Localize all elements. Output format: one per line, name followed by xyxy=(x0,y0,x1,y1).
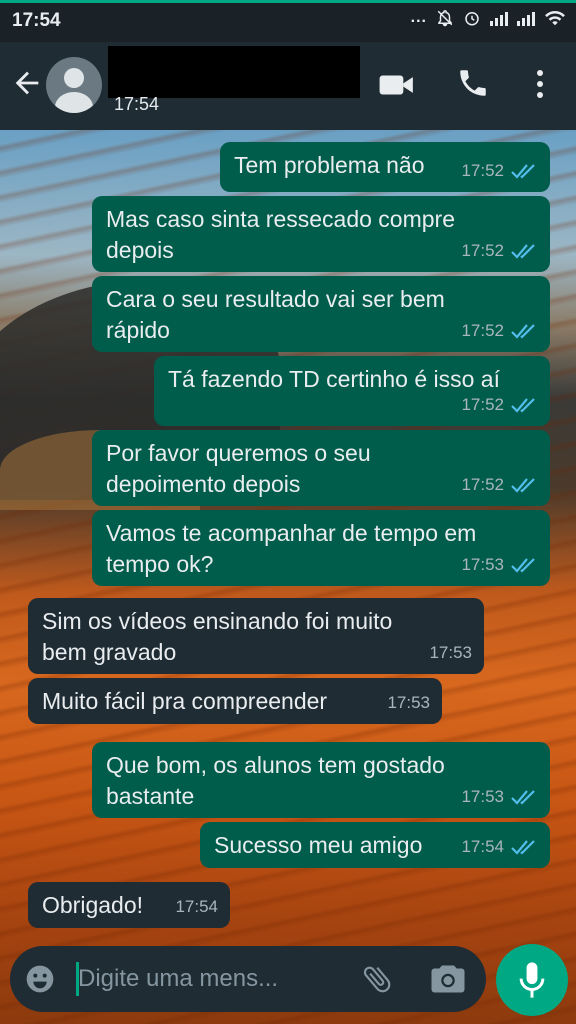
message-text: Cara o seu resultado vai ser bem rápido xyxy=(106,286,445,343)
message-text: Que bom, os alunos tem gostado bastante xyxy=(106,752,445,809)
message-bubble-out[interactable]: Por favor queremos o seu depoimento depo… xyxy=(92,430,550,506)
message-time: 17:52 xyxy=(461,321,504,340)
message-time: 17:54 xyxy=(175,897,218,916)
message-bubble-in[interactable]: Muito fácil pra compreender 17:53 xyxy=(28,678,442,724)
avatar-body xyxy=(55,92,93,113)
double-check-icon xyxy=(511,557,535,573)
message-text: Muito fácil pra compreender xyxy=(42,688,328,714)
message-meta: 17:52 xyxy=(461,389,538,420)
alarm-icon xyxy=(465,12,479,26)
last-seen-time: 17:54 xyxy=(114,94,160,114)
message-time: 17:53 xyxy=(387,693,430,712)
video-call-icon[interactable] xyxy=(378,70,416,100)
status-bar: 17:54 ... xyxy=(0,0,576,42)
double-check-icon xyxy=(511,397,535,413)
message-time: 17:53 xyxy=(461,555,504,574)
contact-avatar[interactable] xyxy=(46,57,102,113)
message-bubble-in[interactable]: Sim os vídeos ensinando foi muito bem gr… xyxy=(28,598,484,674)
double-check-icon xyxy=(511,323,535,339)
message-meta: 17:52 xyxy=(461,315,538,346)
message-bubble-out[interactable]: Que bom, os alunos tem gostado bastante … xyxy=(92,742,550,818)
message-time: 17:52 xyxy=(461,475,504,494)
message-bubble-in[interactable]: Obrigado! 17:54 xyxy=(28,882,230,928)
message-time: 17:52 xyxy=(461,241,504,260)
message-meta: 17:54 xyxy=(461,831,538,862)
message-time: 17:52 xyxy=(461,161,504,180)
message-meta: 17:52 xyxy=(461,469,538,500)
message-time: 17:54 xyxy=(461,837,504,856)
back-arrow-icon[interactable] xyxy=(10,66,44,100)
attach-icon[interactable] xyxy=(360,961,394,997)
message-input[interactable] xyxy=(78,958,350,1000)
double-check-icon xyxy=(511,243,535,259)
message-bubble-out[interactable]: Tá fazendo TD certinho é isso aí 17:52 xyxy=(154,356,550,426)
message-meta: 17:54 xyxy=(175,891,218,922)
message-composer xyxy=(10,946,486,1012)
message-bubble-out[interactable]: Cara o seu resultado vai ser bem rápido … xyxy=(92,276,550,352)
contact-name-redacted[interactable] xyxy=(108,46,360,98)
message-text: Sim os vídeos ensinando foi muito bem gr… xyxy=(42,608,393,665)
camera-icon[interactable] xyxy=(430,962,466,996)
double-check-icon xyxy=(511,477,535,493)
message-bubble-out[interactable]: Vamos te acompanhar de tempo em tempo ok… xyxy=(92,510,550,586)
message-meta: 17:52 xyxy=(461,235,538,266)
message-meta: 17:52 xyxy=(461,155,538,186)
notifications-muted-icon xyxy=(437,10,453,27)
message-meta: 17:53 xyxy=(461,549,538,580)
voice-call-icon[interactable] xyxy=(456,66,490,100)
status-time: 17:54 xyxy=(12,10,61,31)
double-check-icon xyxy=(511,163,535,179)
status-progress-line xyxy=(0,0,576,3)
message-meta: 17:53 xyxy=(429,637,472,668)
message-text: Mas caso sinta ressecado compre depois xyxy=(106,206,455,263)
status-icons: ... xyxy=(411,9,566,27)
mic-icon xyxy=(519,962,545,998)
signal-icon-2 xyxy=(517,10,535,26)
wifi-icon xyxy=(545,10,565,26)
message-time: 17:53 xyxy=(461,787,504,806)
signal-icon-1 xyxy=(490,10,508,26)
message-time: 17:53 xyxy=(429,643,472,662)
message-meta: 17:53 xyxy=(461,781,538,812)
double-check-icon xyxy=(511,839,535,855)
message-text: Por favor queremos o seu depoimento depo… xyxy=(106,440,371,497)
chat-header: 17:54 xyxy=(0,42,576,130)
message-bubble-out[interactable]: Tem problema não 17:52 xyxy=(220,142,550,192)
message-time: 17:52 xyxy=(461,395,504,414)
chat-wallpaper: Tem problema não 17:52 Mas caso sinta re… xyxy=(0,130,576,1024)
mic-button[interactable] xyxy=(496,944,568,1016)
avatar-head xyxy=(64,68,84,88)
message-bubble-out[interactable]: Sucesso meu amigo 17:54 xyxy=(200,822,550,868)
more-notifications-icon: ... xyxy=(410,9,427,26)
message-bubble-out[interactable]: Mas caso sinta ressecado compre depois 1… xyxy=(92,196,550,272)
message-meta: 17:53 xyxy=(387,687,430,718)
double-check-icon xyxy=(511,789,535,805)
emoji-icon[interactable] xyxy=(24,963,56,995)
more-options-icon[interactable] xyxy=(530,68,550,100)
